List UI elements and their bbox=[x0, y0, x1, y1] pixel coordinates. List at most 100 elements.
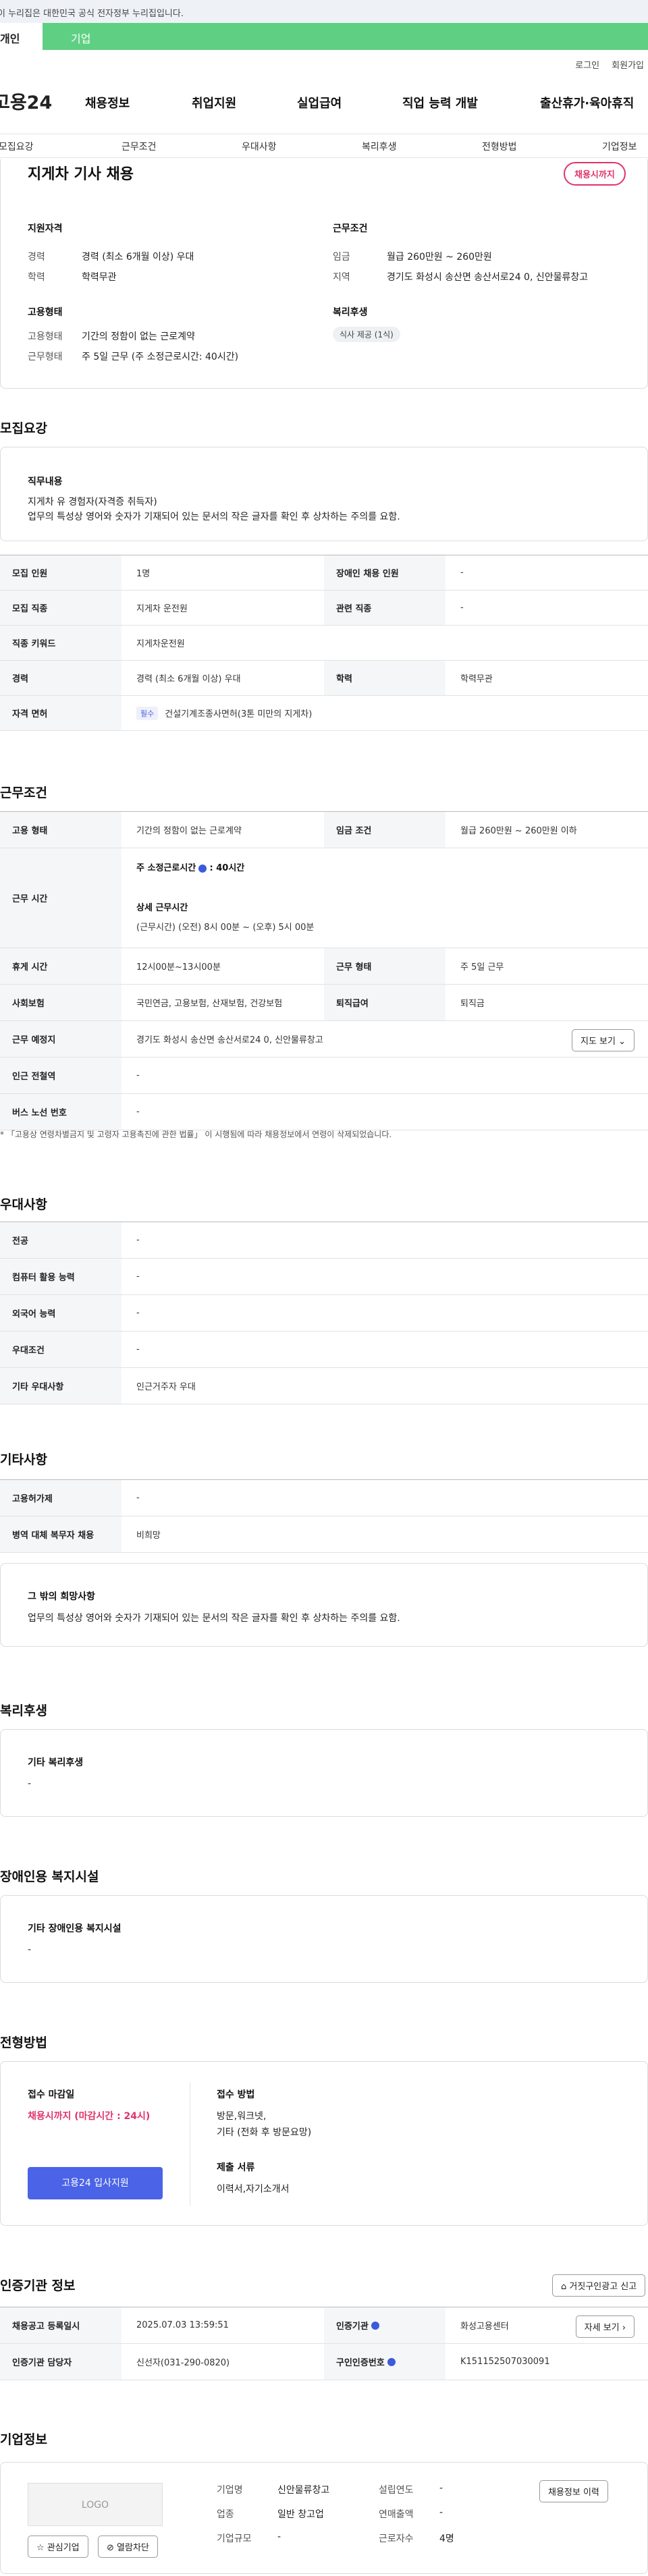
tab-business[interactable]: 기업 bbox=[43, 23, 151, 50]
etc-box: 그 밖의 희망사항 업무의 특성상 영어와 숫자가 기재되어 있는 문서의 작은… bbox=[0, 1563, 648, 1647]
nav-parental-leave[interactable]: 출산휴가·육아휴직 bbox=[540, 94, 634, 111]
table-row: 사회보험 국민연금, 고용보험, 산재보험, 건강보험 퇴직급여 퇴직금 bbox=[0, 985, 648, 1021]
org-label: 인증기관 bbox=[324, 2307, 446, 2343]
method-line-1: 방문,워크넷, bbox=[217, 2111, 267, 2122]
duty-title: 직무내용 bbox=[28, 476, 63, 487]
license-value: 필수 건설기계조종사면허(3톤 미만의 지게차) bbox=[122, 696, 648, 730]
table-row: 채용공고 등록일시 2025.07.03 13:59:51 인증기관 화성고용센터… bbox=[0, 2307, 648, 2344]
history-button[interactable]: 채용정보 이력 bbox=[539, 2480, 608, 2502]
tab-recruit[interactable]: 모집요강 bbox=[0, 140, 34, 153]
tab-person[interactable]: 개인 bbox=[0, 23, 43, 50]
row-label: 인근 전철역 bbox=[0, 1058, 122, 1093]
summary-card: 지게차 기사 채용 채용시까지 지원자격 경력 경력 (최소 6개월 이상) 우… bbox=[0, 159, 648, 389]
table-row: 근무 시간 주 소정근로시간 : 40시간 상세 근무시간 (근무시간) (오전… bbox=[0, 848, 648, 948]
nav-jobs[interactable]: 채용정보 bbox=[85, 94, 130, 111]
company-logo: LOGO bbox=[28, 2483, 163, 2526]
info-icon bbox=[198, 864, 207, 873]
name-label: 기업명 bbox=[217, 2485, 243, 2496]
deadline-title: 접수 마감일 bbox=[28, 2089, 75, 2100]
company-heading: 기업정보 bbox=[0, 2432, 47, 2447]
name-value: 신안물류창고 bbox=[277, 2485, 330, 2496]
deadline-value: 채용시까지 (마감시간 : 24시) bbox=[28, 2111, 151, 2122]
disability-box-text: - bbox=[28, 1944, 32, 1955]
login-link[interactable]: 로그인 bbox=[575, 61, 599, 71]
table-row: 고용 형태 기간의 정함이 없는 근로계약 임금 조건 월급 260만원 ~ 260… bbox=[0, 812, 648, 848]
recruit-table: 모집 인원 1명 장애인 채용 인원 - 모집 직종 지게차 운전원 관련 직종 - 직… bbox=[0, 555, 648, 731]
row-value: 경기도 화성시 송산면 송산서로24 0, 신안물류창고 bbox=[136, 1035, 323, 1045]
etc-heading: 기타사항 bbox=[0, 1452, 47, 1467]
job-title: 지게차 기사 채용 bbox=[28, 166, 134, 183]
gov-banner: 이 누리집은 대한민국 공식 전자정부 누리집입니다. bbox=[0, 0, 648, 23]
row-label: 근무 예정지 bbox=[0, 1021, 122, 1057]
cond-heading: 근무조건 bbox=[333, 223, 368, 234]
welfare-box: 기타 복리후생 - bbox=[0, 1729, 648, 1817]
table-row: 경력 경력 (최소 6개월 이상) 우대 학력 학력무관 bbox=[0, 661, 648, 696]
duty-box: 직무내용 지게차 유 경험자(자격증 취득자) 업무의 특성상 영어와 숫자가 … bbox=[0, 447, 648, 541]
block-icon: ⊘ bbox=[107, 2543, 114, 2553]
table-row: 직종 키워드 지게차운전원 bbox=[0, 626, 648, 661]
row-value: - bbox=[460, 568, 464, 578]
row-value: 지게차운전원 bbox=[136, 639, 185, 649]
table-row: 전공 - bbox=[0, 1222, 648, 1259]
map-button[interactable]: 지도 보기 ⌄ bbox=[571, 1029, 634, 1051]
nav-vocational-training[interactable]: 직업 능력 개발 bbox=[402, 94, 478, 111]
tab-preference[interactable]: 우대사항 bbox=[242, 140, 277, 153]
duty-line-2: 업무의 특성상 영어와 숫자가 기재되어 있는 문서의 작은 글자를 확인 후 … bbox=[28, 512, 400, 522]
tab-conditions[interactable]: 근무조건 bbox=[122, 140, 157, 153]
age-note: * 「고용상 연령차별금지 및 고령자 고용촉진에 관한 법률」 이 시행됨에 … bbox=[0, 1130, 392, 1139]
apply-button[interactable]: 고용24 입사지원 bbox=[28, 2167, 163, 2199]
tab-selection[interactable]: 전형방법 bbox=[482, 140, 517, 153]
welfare-pill: 식사 제공 (1식) bbox=[333, 327, 400, 342]
nav-unemployment-benefit[interactable]: 실업급여 bbox=[297, 94, 342, 111]
agency-heading: 인증기관 정보 bbox=[0, 2278, 76, 2293]
sales-label: 연매출액 bbox=[379, 2509, 414, 2520]
row-label: 직종 키워드 bbox=[0, 626, 122, 660]
welfare-box-title: 기타 복리후생 bbox=[28, 1757, 84, 1768]
row-label: 임금 조건 bbox=[324, 812, 446, 848]
tab-welfare[interactable]: 복리후생 bbox=[362, 140, 397, 153]
interest-button[interactable]: ☆ 관심기업 bbox=[28, 2536, 88, 2558]
row-label: 버스 노선 번호 bbox=[0, 1094, 122, 1130]
join-link[interactable]: 회원가입 bbox=[612, 61, 644, 71]
table-row: 근무 예정지 경기도 화성시 송산면 송산서로24 0, 신안물류창고 지도 보기… bbox=[0, 1021, 648, 1058]
disability-box: 기타 장애인용 복지시설 - bbox=[0, 1895, 648, 1983]
region-label: 지역 bbox=[333, 272, 350, 283]
user-type-tabs: 개인 기업 bbox=[0, 23, 648, 50]
etc-box-text: 업무의 특성상 영어와 숫자가 기재되어 있는 문서의 작은 글자를 확인 후 … bbox=[28, 1613, 400, 1624]
table-row: 인증기관 담당자 신선자(031-290-0820) 구인인증번호 K151152… bbox=[0, 2344, 648, 2380]
table-row: 버스 노선 번호 - bbox=[0, 1094, 648, 1130]
table-row: 우대조건 - bbox=[0, 1332, 648, 1368]
emp-value: 기간의 정함이 없는 근로계약 bbox=[82, 331, 195, 342]
welfare-box-text: - bbox=[28, 1778, 32, 1789]
etc-box-title: 그 밖의 희망사항 bbox=[28, 1591, 95, 1602]
row-label: 자격 면허 bbox=[0, 696, 122, 730]
site-logo[interactable]: 고용24 bbox=[0, 88, 52, 114]
row-label: 사회보험 bbox=[0, 985, 122, 1020]
edu-label: 학력 bbox=[28, 272, 45, 283]
row-value: 주 5일 근무 bbox=[460, 962, 504, 972]
section-tabs: 모집요강 근무조건 우대사항 복리후생 전형방법 기업정보 bbox=[0, 134, 648, 158]
row-value: 1명 bbox=[136, 569, 151, 579]
time-value: 주 소정근로시간 : 40시간 상세 근무시간 (근무시간) (오전) 8시 0… bbox=[136, 863, 315, 933]
util-links: 로그인 회원가입 bbox=[563, 58, 644, 71]
nav-employment-support[interactable]: 취업지원 bbox=[192, 94, 236, 111]
agency-detail-button[interactable]: 자세 보기 › bbox=[575, 2315, 634, 2338]
row-label: 학력 bbox=[324, 661, 446, 695]
row-value: 퇴직금 bbox=[460, 999, 485, 1009]
block-button[interactable]: ⊘ 열람차단 bbox=[98, 2536, 158, 2558]
wage-label: 임금 bbox=[333, 252, 350, 263]
selection-heading: 전형방법 bbox=[0, 2035, 47, 2050]
welfare-section-heading: 복리후생 bbox=[0, 1703, 47, 1718]
size-value: - bbox=[277, 2531, 281, 2542]
agency-table: 채용공고 등록일시 2025.07.03 13:59:51 인증기관 화성고용센터… bbox=[0, 2307, 648, 2380]
row-value: - bbox=[460, 603, 464, 613]
home-icon: ⌂ bbox=[561, 2282, 567, 2292]
employees-label: 근로자수 bbox=[379, 2533, 414, 2544]
row-label: 경력 bbox=[0, 661, 122, 695]
row-value: 경력 (최소 6개월 이상) 우대 bbox=[136, 674, 241, 684]
tab-company[interactable]: 기업정보 bbox=[602, 140, 637, 153]
method-title: 접수 방법 bbox=[217, 2089, 255, 2100]
table-row: 자격 면허 필수 건설기계조종사면허(3톤 미만의 지게차) bbox=[0, 696, 648, 731]
fake-report-button[interactable]: ⌂ 거짓구인광고 신고 bbox=[552, 2274, 646, 2297]
selection-box: 접수 마감일 채용시까지 (마감시간 : 24시) 고용24 입사지원 접수 방… bbox=[0, 2061, 648, 2226]
